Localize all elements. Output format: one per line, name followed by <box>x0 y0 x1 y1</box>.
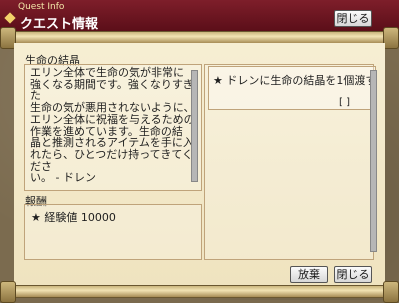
objective-scrollbar[interactable] <box>370 70 377 252</box>
window-title-en: Quest Info <box>18 2 65 12</box>
objective-progress: [ ] <box>339 97 350 108</box>
objective-text: ★ ドレンに生命の結晶を1個渡す <box>213 74 377 87</box>
title-bar[interactable]: Quest Info クエスト情報 閉じる <box>0 0 399 32</box>
description-text: エリン全体で生命の気が非常に 強くなる期間です。強くなりすぎた 生命の気が悪用さ… <box>30 66 195 185</box>
close-button[interactable]: 閉じる <box>334 266 372 283</box>
reward-item: ★ 経験値 10000 <box>31 211 116 224</box>
scroll-roll-end-icon <box>383 27 399 49</box>
abandon-button[interactable]: 放棄 <box>290 266 328 283</box>
diamond-icon <box>4 12 16 24</box>
scroll-roll-bottom <box>0 285 399 298</box>
window-title: クエスト情報 <box>20 17 99 32</box>
close-button-top[interactable]: 閉じる <box>334 10 372 27</box>
description-scrollbar[interactable] <box>191 70 198 182</box>
